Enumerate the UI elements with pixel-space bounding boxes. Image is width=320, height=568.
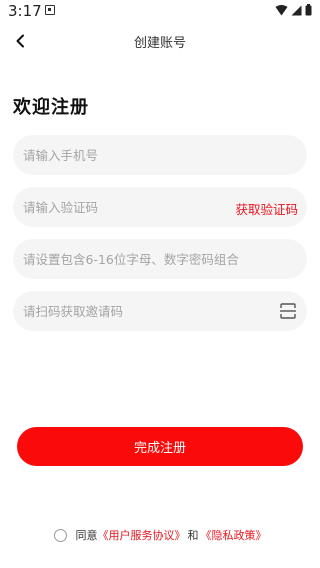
nav-bar: 创建账号	[0, 24, 320, 58]
agree-prefix: 同意	[75, 529, 98, 542]
get-code-button[interactable]: 获取验证码	[235, 199, 298, 218]
status-icons	[275, 4, 312, 16]
scan-icon[interactable]	[279, 302, 297, 320]
wifi-icon	[275, 4, 288, 15]
complete-registration-button[interactable]: 完成注册	[17, 427, 303, 466]
code-input[interactable]	[13, 187, 223, 227]
nav-title: 创建账号	[133, 36, 186, 51]
invite-input[interactable]	[13, 291, 223, 331]
status-bar: 3:17	[0, 0, 320, 24]
page-title: 欢迎注册	[13, 97, 89, 118]
phone-field	[13, 135, 307, 175]
privacy-policy-link[interactable]: 《隐私政策》	[201, 527, 267, 543]
status-time: 3:17	[8, 2, 42, 20]
signal-icon	[291, 5, 302, 15]
invite-field	[13, 291, 307, 331]
user-agreement-link[interactable]: 《用户服务协议》	[98, 527, 186, 543]
battery-icon	[305, 4, 312, 16]
phone-input[interactable]	[13, 135, 307, 175]
agreement-row: 同意 《用户服务协议》 和 《隐私政策》	[0, 527, 320, 543]
password-field	[13, 239, 307, 279]
agree-and: 和	[187, 529, 199, 542]
code-field: 获取验证码	[13, 187, 307, 227]
password-input[interactable]	[13, 239, 307, 279]
agree-checkbox[interactable]	[53, 528, 67, 542]
notification-icon	[45, 5, 55, 15]
